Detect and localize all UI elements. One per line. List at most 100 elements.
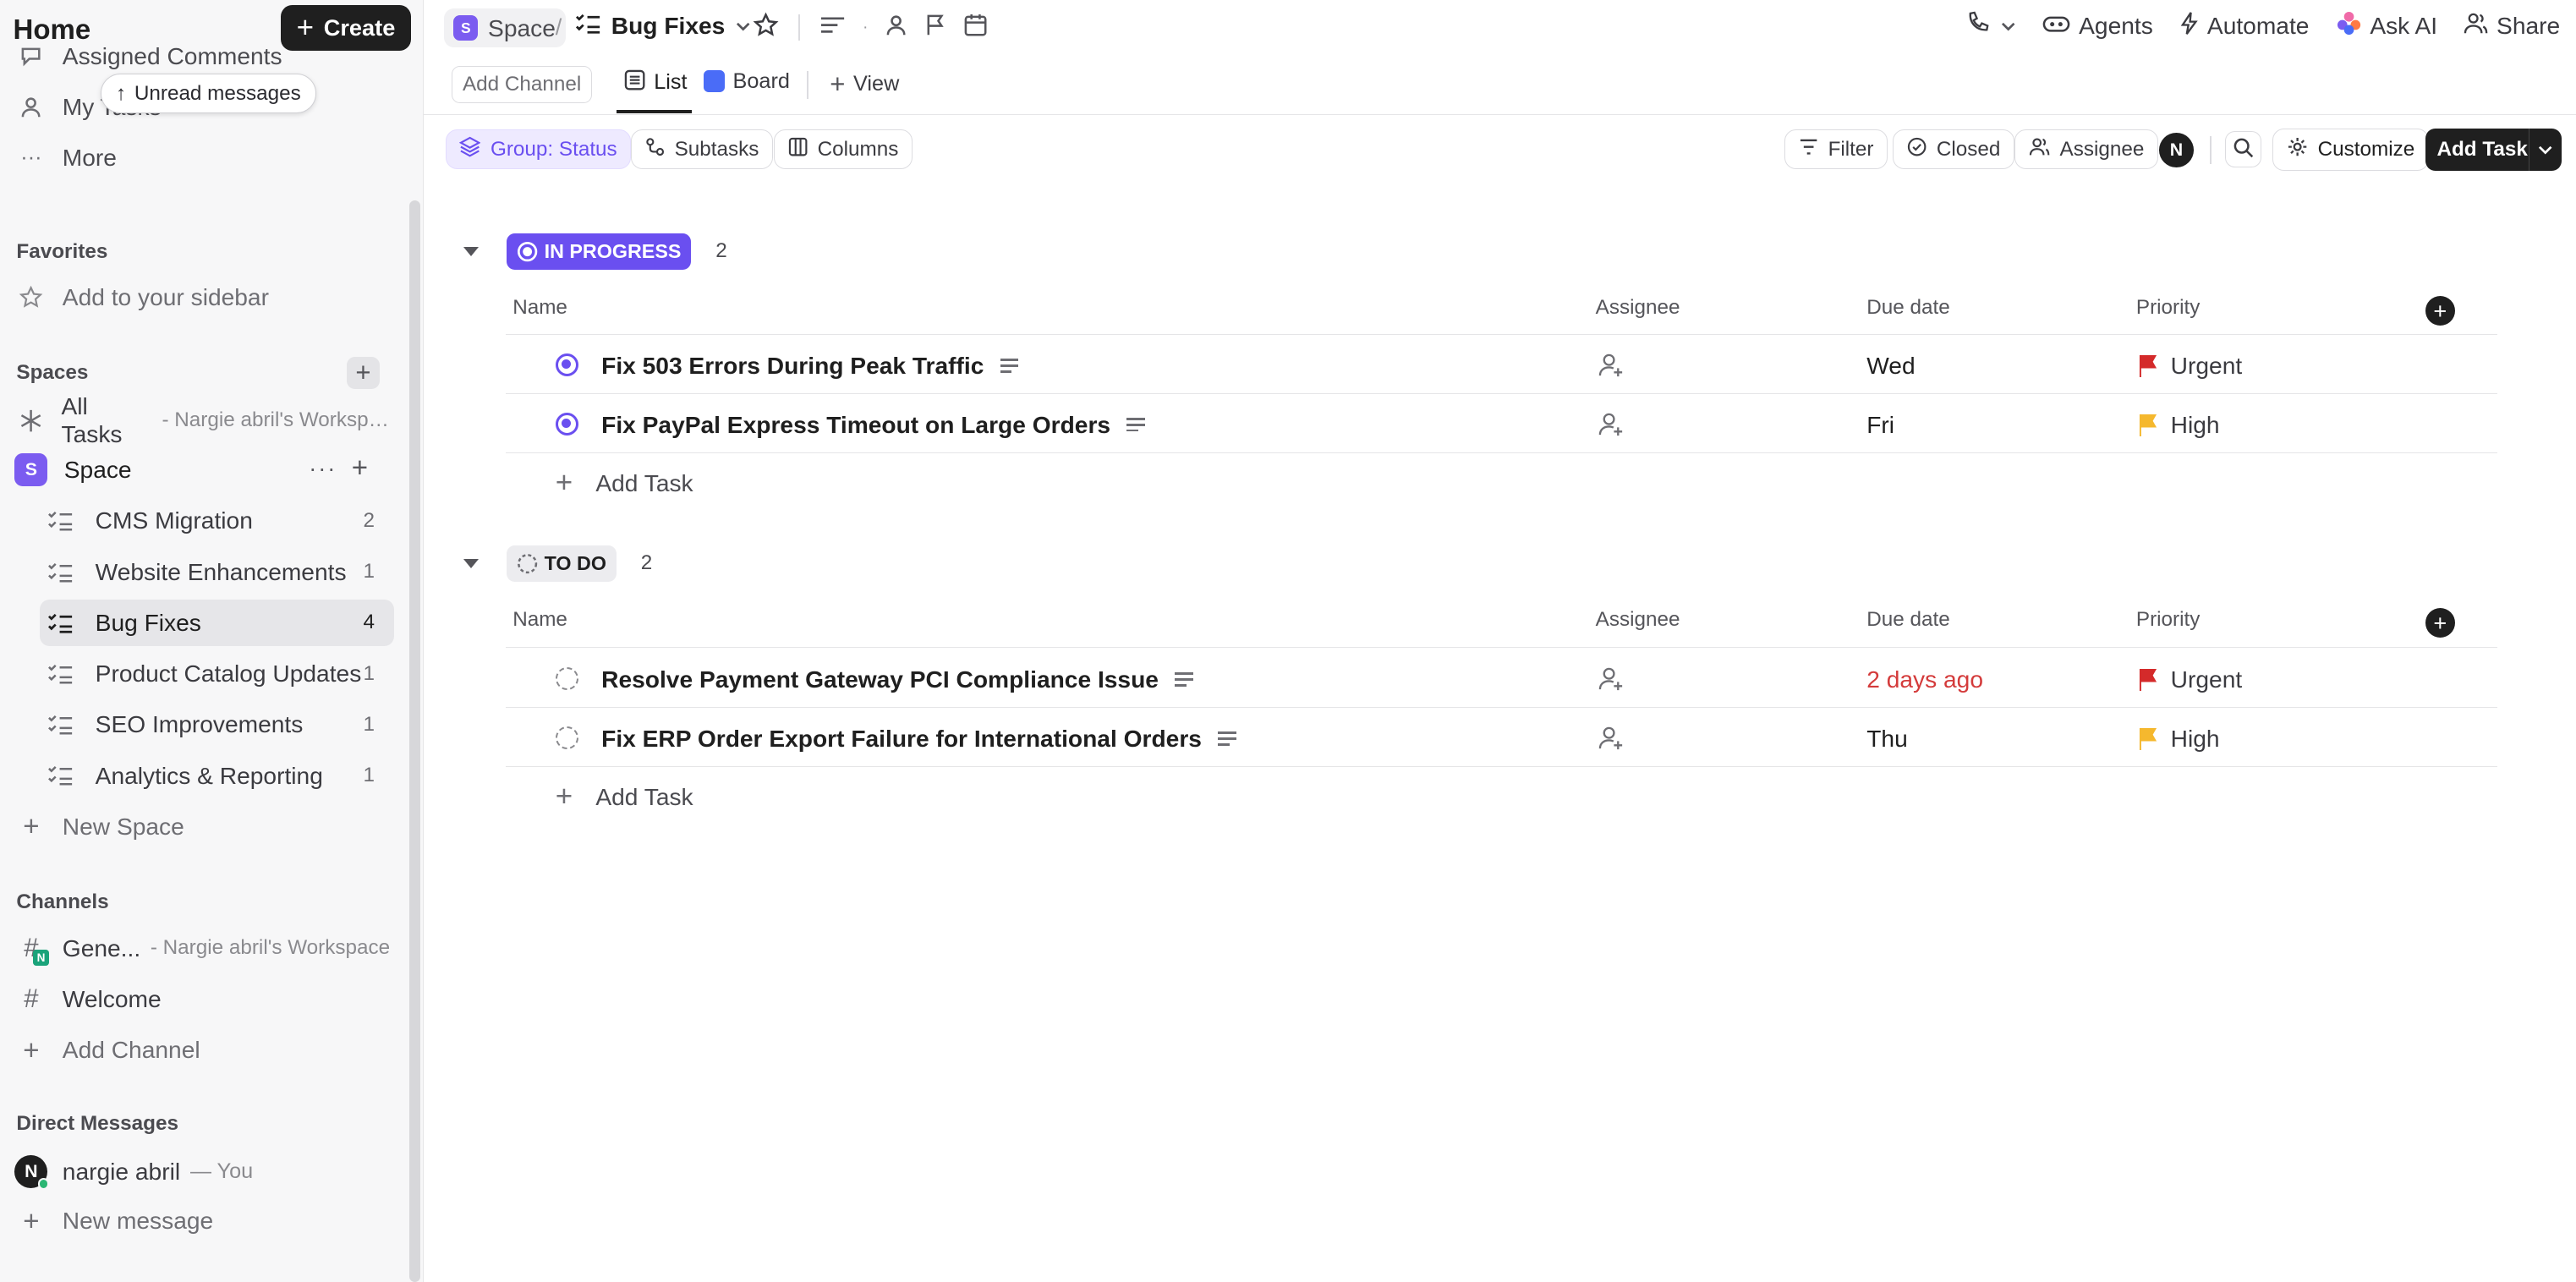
task-row[interactable]: Fix 503 Errors During Peak Traffic Wed U… — [506, 335, 2498, 395]
due-date[interactable]: Fri — [1866, 411, 1894, 439]
sidebar-list-bug-fixes[interactable]: Bug Fixes 4 — [39, 600, 395, 646]
sidebar-channel-general[interactable]: # N Gene... - Nargie abril's Workspace — [14, 925, 395, 971]
search-button[interactable] — [2224, 131, 2261, 168]
subtasks-label: Subtasks — [674, 137, 759, 161]
collapse-arrow-icon[interactable] — [463, 246, 479, 256]
subtasks-button[interactable]: Subtasks — [631, 129, 773, 170]
add-space-button[interactable]: + — [346, 356, 380, 390]
plus-icon: + — [23, 1204, 40, 1236]
add-to-sidebar[interactable]: Add to your sidebar — [14, 274, 395, 320]
sidebar-list-website-enhancements[interactable]: Website Enhancements 1 — [40, 549, 395, 594]
sidebar-item-space[interactable]: S Space ··· + — [14, 447, 395, 492]
spaces-heading: Spaces — [16, 361, 89, 385]
space-more-icon[interactable]: ··· — [309, 455, 337, 482]
status-badge[interactable]: IN PROGRESS — [506, 233, 692, 270]
task-row[interactable]: Fix ERP Order Export Failure for Interna… — [506, 708, 2498, 768]
task-name[interactable]: Fix 503 Errors During Peak Traffic — [601, 352, 1019, 380]
new-space-button[interactable]: + New Space — [14, 803, 395, 849]
add-assignee-icon[interactable] — [1598, 725, 1624, 758]
assignee-icon[interactable] — [885, 14, 907, 42]
unread-messages-button[interactable]: ↑ Unread messages — [100, 74, 317, 114]
sidebar-item-all-tasks[interactable]: All Tasks - Nargie abril's Workspace — [14, 392, 394, 447]
description-icon — [1175, 672, 1193, 687]
add-assignee-icon[interactable] — [1598, 666, 1624, 699]
dm-self[interactable]: N nargie abril — You — [14, 1148, 395, 1194]
tab-board[interactable]: Board — [703, 69, 790, 94]
priority[interactable]: High — [2138, 411, 2220, 439]
priority[interactable]: High — [2138, 725, 2220, 753]
add-assignee-icon[interactable] — [1598, 411, 1624, 444]
filter-button[interactable]: Filter — [1784, 129, 1888, 170]
sidebar-list-seo-improvements[interactable]: SEO Improvements 1 — [40, 702, 395, 748]
due-date[interactable]: 2 days ago — [1866, 666, 1983, 693]
sidebar-list-product-catalog-updates[interactable]: Product Catalog Updates 1 — [40, 650, 395, 696]
task-name[interactable]: Fix PayPal Express Timeout on Large Orde… — [601, 411, 1145, 439]
column-name[interactable]: Name — [512, 608, 567, 632]
space-avatar: S — [453, 15, 479, 41]
add-column-button[interactable]: + — [2425, 295, 2455, 326]
column-due-date[interactable]: Due date — [1866, 608, 1949, 632]
agents-button[interactable]: Agents — [2042, 12, 2153, 40]
sidebar-item-assigned-comments[interactable]: Assigned Comments — [14, 33, 395, 79]
channel-workspace: - Nargie abril's Workspace — [150, 936, 391, 960]
add-task-inline-button[interactable]: + Add Task — [506, 769, 1163, 825]
column-due-date[interactable]: Due date — [1866, 296, 1949, 320]
add-assignee-icon[interactable] — [1598, 352, 1624, 385]
priority[interactable]: Urgent — [2138, 666, 2242, 693]
avatar[interactable]: N — [2159, 133, 2194, 168]
due-date[interactable]: Thu — [1866, 725, 1908, 753]
column-assignee[interactable]: Assignee — [1596, 608, 1680, 632]
to-do-status-icon[interactable] — [555, 726, 578, 749]
customize-button[interactable]: Customize — [2272, 128, 2429, 172]
breadcrumb-list[interactable]: Bug Fixes — [575, 12, 751, 41]
column-priority[interactable]: Priority — [2136, 296, 2201, 320]
share-button[interactable]: Share — [2464, 11, 2560, 41]
closed-toggle-button[interactable]: Closed — [1893, 129, 2014, 170]
space-add-icon[interactable]: + — [352, 452, 368, 484]
star-icon[interactable] — [753, 12, 779, 44]
task-name[interactable]: Fix ERP Order Export Failure for Interna… — [601, 725, 1236, 753]
automate-button[interactable]: Automate — [2179, 11, 2309, 41]
description-icon[interactable] — [819, 14, 846, 42]
task-row[interactable]: Fix PayPal Express Timeout on Large Orde… — [506, 394, 2498, 454]
add-task-inline-button[interactable]: + Add Task — [506, 455, 1163, 511]
column-name[interactable]: Name — [512, 296, 567, 320]
in-progress-status-icon[interactable] — [555, 353, 578, 376]
add-task-inline-label: Add Task — [595, 468, 693, 496]
add-channel-button[interactable]: + Add Channel — [14, 1027, 395, 1072]
channel-label: Gene... — [62, 934, 141, 962]
priority[interactable]: Urgent — [2138, 352, 2242, 380]
flag-icon[interactable] — [924, 14, 946, 42]
new-message-button[interactable]: + New message — [14, 1197, 395, 1243]
to-do-status-icon[interactable] — [555, 666, 578, 691]
chevron-down-icon[interactable] — [2529, 128, 2562, 172]
sidebar-list-analytics-reporting[interactable]: Analytics & Reporting 1 — [40, 753, 395, 798]
tab-list[interactable]: List — [624, 69, 688, 96]
breadcrumb-space[interactable]: S Space — [443, 8, 566, 48]
assignee-filter-button[interactable]: Assignee — [2014, 129, 2158, 170]
star-icon — [14, 285, 50, 310]
add-view-button[interactable]: + View — [830, 69, 899, 100]
calendar-icon[interactable] — [963, 13, 988, 43]
sidebar-item-more[interactable]: ··· More — [14, 134, 395, 180]
status-badge[interactable]: TO DO — [506, 545, 617, 582]
sidebar-scrollbar[interactable] — [408, 200, 421, 1282]
subtasks-icon — [645, 137, 665, 162]
task-name[interactable]: Resolve Payment Gateway PCI Compliance I… — [601, 666, 1193, 693]
ask-ai-button[interactable]: Ask AI — [2336, 10, 2437, 42]
direct-messages-heading: Direct Messages — [16, 1112, 178, 1136]
sidebar-list-cms-migration[interactable]: CMS Migration 2 — [40, 498, 395, 544]
columns-button[interactable]: Columns — [774, 129, 913, 170]
column-assignee[interactable]: Assignee — [1596, 296, 1680, 320]
in-progress-status-icon[interactable] — [555, 412, 578, 436]
group-by-button[interactable]: Group: Status — [445, 129, 632, 170]
due-date[interactable]: Wed — [1866, 352, 1915, 380]
task-row[interactable]: Resolve Payment Gateway PCI Compliance I… — [506, 649, 2498, 709]
column-priority[interactable]: Priority — [2136, 608, 2201, 632]
collapse-arrow-icon[interactable] — [463, 558, 479, 568]
add-task-button[interactable]: Add Task — [2425, 128, 2562, 172]
add-channel-view-button[interactable]: Add Channel — [452, 65, 592, 104]
add-column-button[interactable]: + — [2425, 607, 2455, 638]
sidebar-channel-welcome[interactable]: # Welcome — [14, 976, 395, 1022]
call-button[interactable] — [1965, 10, 2016, 42]
